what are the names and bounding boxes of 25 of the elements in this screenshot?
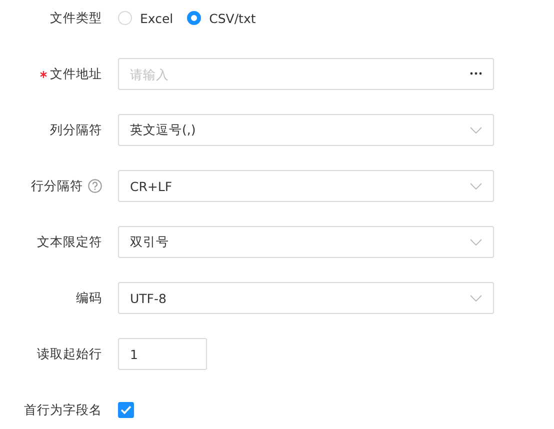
field-label: 编码 xyxy=(76,290,102,306)
dropdown-select[interactable]: 双引号 xyxy=(118,226,494,258)
chevron-down-icon xyxy=(470,294,482,302)
chevron-down-icon xyxy=(470,238,482,246)
field-label: 文本限定符 xyxy=(37,234,102,250)
chevron-down-icon xyxy=(470,126,482,134)
file-path-field[interactable]: 请输入 xyxy=(118,58,494,90)
more-icon[interactable] xyxy=(470,72,482,75)
help-icon[interactable] xyxy=(88,179,102,193)
checkbox[interactable] xyxy=(118,402,134,418)
dropdown-select[interactable]: CR+LF xyxy=(118,170,494,202)
chevron-down-icon xyxy=(470,182,482,190)
radio-button[interactable] xyxy=(187,11,202,25)
field-label: 文件类型 xyxy=(50,10,102,26)
dropdown-select[interactable]: UTF-8 xyxy=(118,282,494,314)
radio-option[interactable]: CSV/txt xyxy=(187,10,256,26)
field-label: 行分隔符 xyxy=(31,178,83,194)
field-label: 列分隔符 xyxy=(50,122,102,138)
radio-option[interactable]: Excel xyxy=(118,10,174,26)
field-label: 读取起始行 xyxy=(37,346,102,362)
field-label: 文件地址 xyxy=(50,66,102,82)
field-label: 首行为字段名 xyxy=(24,402,102,418)
required-icon xyxy=(40,70,47,78)
number-input[interactable]: 1 xyxy=(118,338,207,370)
dropdown-select[interactable]: 英文逗号(,) xyxy=(118,114,494,146)
